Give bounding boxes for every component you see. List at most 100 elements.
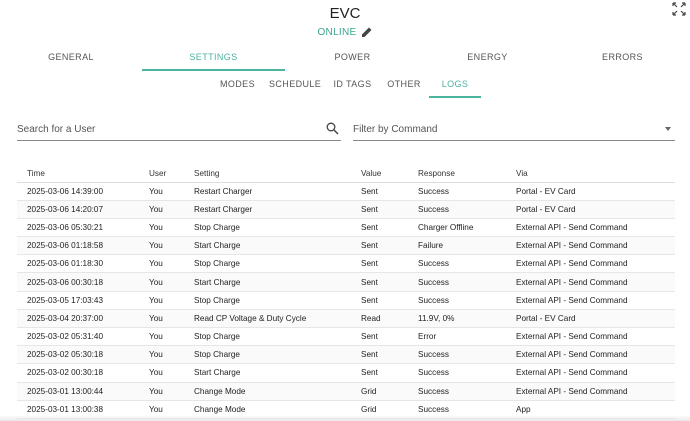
cell-via: External API - Send Command (506, 363, 675, 383)
cell-via: External API - Send Command (506, 218, 675, 238)
cell-response: Success (408, 272, 506, 292)
cell-user: You (139, 182, 184, 201)
table-row[interactable]: 2025-03-06 14:39:00 You Restart Charger Sen… (17, 182, 675, 201)
cell-value: Sent (351, 327, 408, 347)
cell-via: Portal - EV Card (506, 309, 675, 329)
table-row[interactable]: 2025-03-06 01:18:58 You Start Charge Sent Fa… (17, 236, 675, 256)
logs-table: Time User Setting Value Response Via 202… (17, 165, 675, 419)
column-header-user[interactable]: User (139, 165, 184, 183)
cell-setting: Change Mode (184, 382, 351, 401)
table-row[interactable]: 2025-03-06 01:18:30 You Stop Charge Sent Suc… (17, 254, 675, 274)
column-header-response[interactable]: Response (408, 165, 506, 183)
cell-value: Sent (351, 218, 408, 238)
filter-label: Filter by Command (353, 124, 438, 135)
cell-user: You (139, 345, 184, 365)
tab-general[interactable]: GENERAL (0, 49, 142, 71)
table-row[interactable]: 2025-03-06 00:30:18 You Start Charge Sent Su… (17, 272, 675, 292)
column-header-value[interactable]: Value (351, 165, 408, 183)
column-header-time[interactable]: Time (17, 165, 139, 183)
cell-setting: Restart Charger (184, 200, 351, 219)
table-header-row: Time User Setting Value Response Via (17, 165, 675, 183)
tab-energy[interactable]: ENERGY (420, 49, 555, 71)
cell-time: 2025-03-06 14:20:07 (17, 200, 139, 219)
sub-tabs: MODES SCHEDULE ID TAGS OTHER LOGS (0, 77, 690, 98)
column-header-via[interactable]: Via (506, 165, 675, 183)
cell-setting: Stop Charge (184, 291, 351, 310)
cell-user: You (139, 291, 184, 310)
table-row[interactable]: 2025-03-01 13:00:44 You Change Mode Grid Suc… (17, 382, 675, 401)
cell-response: Failure (408, 236, 506, 256)
cell-via: Portal - EV Card (506, 200, 675, 219)
header: EVC ONLINE (0, 0, 690, 42)
cell-time: 2025-03-06 00:30:18 (17, 272, 139, 292)
cell-time: 2025-03-06 01:18:30 (17, 254, 139, 274)
cell-time: 2025-03-01 13:00:44 (17, 382, 139, 401)
cell-value: Read (351, 309, 408, 329)
cell-value: Sent (351, 182, 408, 201)
cell-user: You (139, 382, 184, 401)
column-header-setting[interactable]: Setting (184, 165, 351, 183)
cell-user: You (139, 272, 184, 292)
chevron-down-icon (665, 127, 671, 131)
cell-response: Error (408, 327, 506, 347)
table-row[interactable]: 2025-03-02 00:30:18 You Start Charge Sent Su… (17, 363, 675, 383)
cell-setting: Start Charge (184, 236, 351, 256)
cell-via: External API - Send Command (506, 236, 675, 256)
cell-value: Sent (351, 254, 408, 274)
cell-response: Success (408, 182, 506, 201)
subtab-modes[interactable]: MODES (216, 77, 259, 98)
search-input[interactable] (17, 119, 307, 140)
subtab-logs[interactable]: LOGS (429, 77, 481, 98)
table-row[interactable]: 2025-03-05 17:03:43 You Stop Charge Sent Suc… (17, 291, 675, 310)
cell-time: 2025-03-05 17:03:43 (17, 291, 139, 310)
cell-user: You (139, 218, 184, 238)
cell-user: You (139, 327, 184, 347)
search-field (17, 119, 341, 141)
search-icon[interactable] (326, 122, 339, 135)
subtab-schedule[interactable]: SCHEDULE (269, 77, 321, 98)
cell-response: Success (408, 345, 506, 365)
table-row[interactable]: 2025-03-02 05:30:18 You Stop Charge Sent Suc… (17, 345, 675, 365)
cell-value: Sent (351, 363, 408, 383)
pencil-icon[interactable] (361, 26, 373, 38)
cell-via: External API - Send Command (506, 254, 675, 274)
cell-response: 11.9V, 0% (408, 309, 506, 329)
cell-time: 2025-03-02 00:30:18 (17, 363, 139, 383)
cell-time: 2025-03-02 05:31:40 (17, 327, 139, 347)
cell-response: Success (408, 254, 506, 274)
subtab-id-tags[interactable]: ID TAGS (331, 77, 374, 98)
cell-value: Sent (351, 200, 408, 219)
tab-settings[interactable]: SETTINGS (142, 49, 285, 71)
cell-via: External API - Send Command (506, 382, 675, 401)
cell-user: You (139, 309, 184, 329)
cell-setting: Stop Charge (184, 345, 351, 365)
cell-response: Success (408, 382, 506, 401)
cell-setting: Stop Charge (184, 254, 351, 274)
cell-user: You (139, 200, 184, 219)
table-row[interactable]: 2025-03-06 05:30:21 You Stop Charge Sent Cha… (17, 218, 675, 238)
cell-response: Success (408, 291, 506, 310)
tab-power[interactable]: POWER (285, 49, 420, 71)
command-filter-select[interactable]: Filter by Command (353, 119, 675, 141)
scroll-fade (0, 415, 690, 421)
cell-via: External API - Send Command (506, 345, 675, 365)
status-row: ONLINE (0, 26, 690, 38)
cell-time: 2025-03-06 14:39:00 (17, 182, 139, 201)
cell-setting: Stop Charge (184, 327, 351, 347)
cell-time: 2025-03-02 05:30:18 (17, 345, 139, 365)
cell-value: Sent (351, 236, 408, 256)
subtab-other[interactable]: OTHER (384, 77, 424, 98)
tab-errors[interactable]: ERRORS (555, 49, 690, 71)
cell-time: 2025-03-06 01:18:58 (17, 236, 139, 256)
table-row[interactable]: 2025-03-06 14:20:07 You Restart Charger Sen… (17, 200, 675, 219)
cell-user: You (139, 236, 184, 256)
cell-via: External API - Send Command (506, 291, 675, 310)
cell-value: Sent (351, 345, 408, 365)
table-row[interactable]: 2025-03-04 20:37:00 You Read CP Voltage & … (17, 309, 675, 329)
cell-via: External API - Send Command (506, 327, 675, 347)
main-tabs: GENERAL SETTINGS POWER ENERGY ERRORS (0, 49, 690, 71)
cell-user: You (139, 363, 184, 383)
table-row[interactable]: 2025-03-02 05:31:40 You Stop Charge Sent Err… (17, 327, 675, 347)
cell-value: Grid (351, 382, 408, 401)
cell-response: Success (408, 363, 506, 383)
